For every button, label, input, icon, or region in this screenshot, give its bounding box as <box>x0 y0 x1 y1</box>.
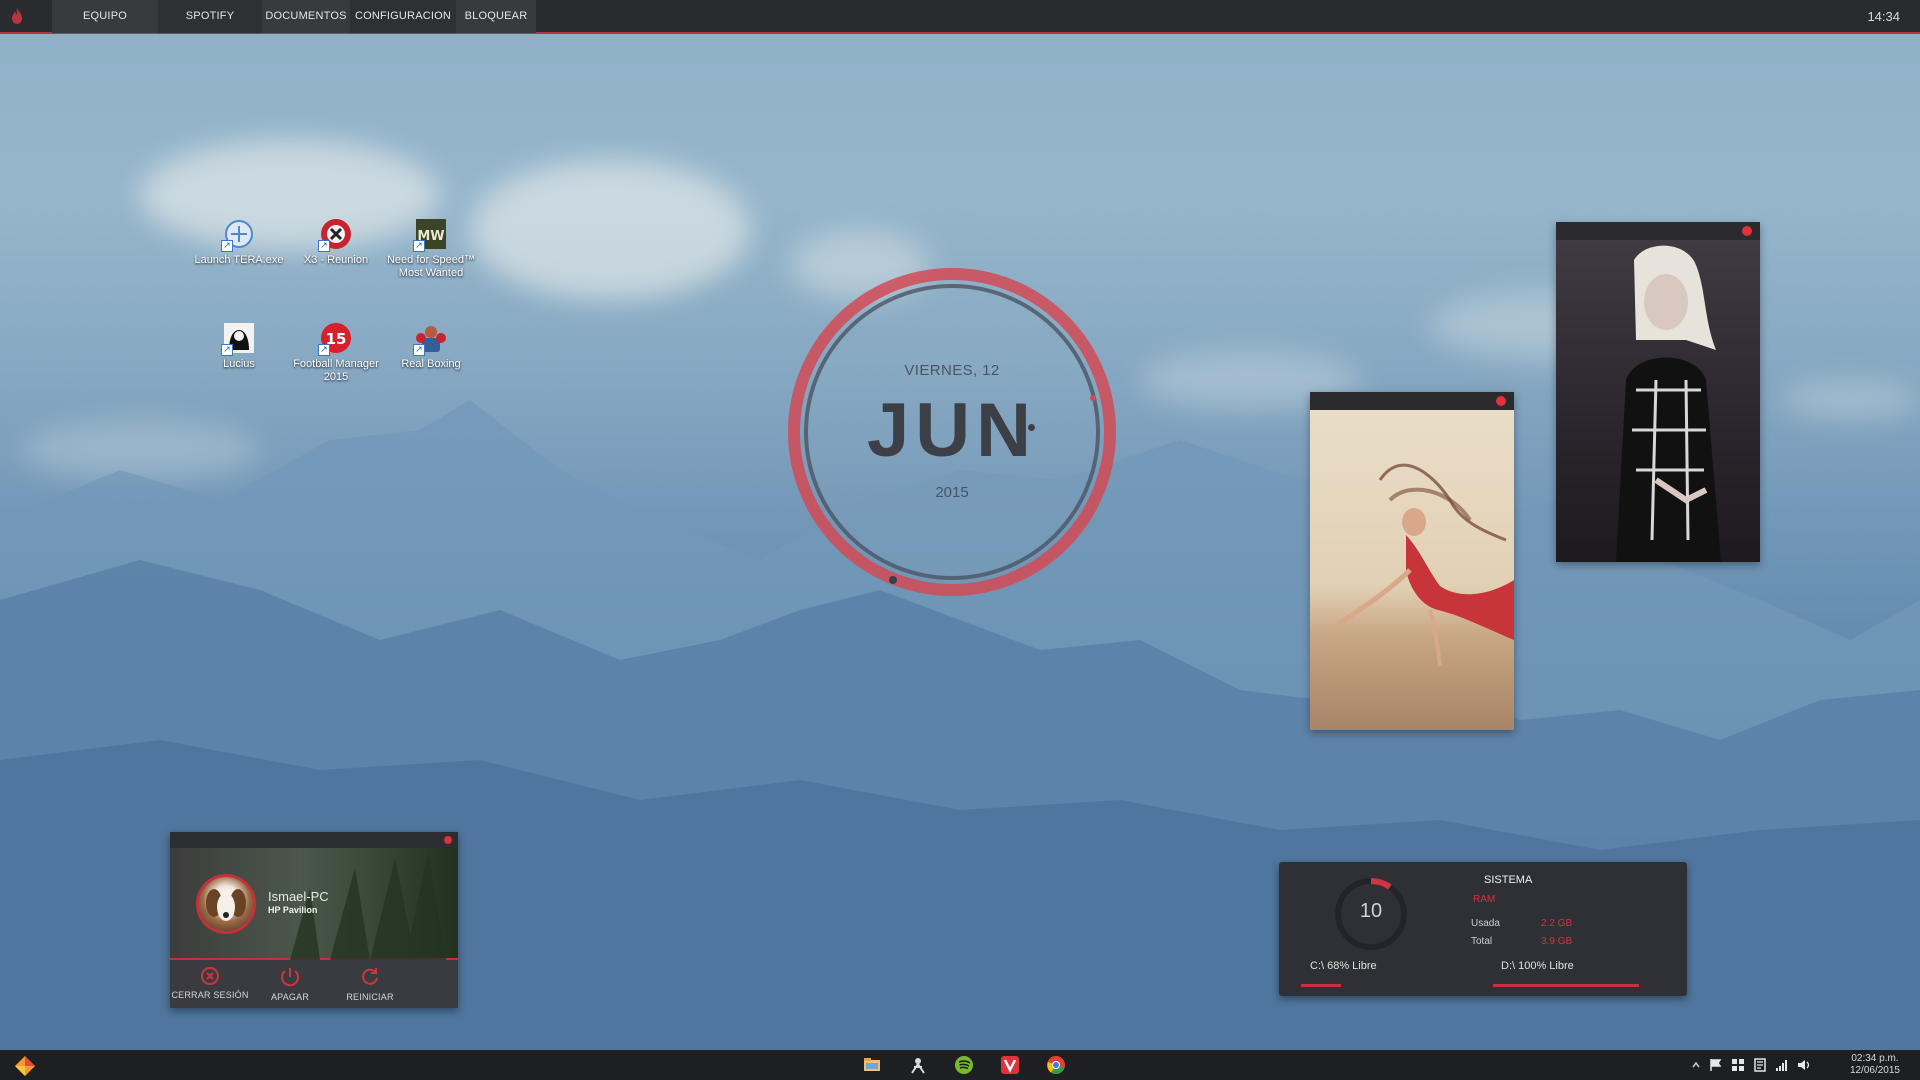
desktop-icon-real-boxing[interactable]: ↗ Real Boxing <box>383 320 479 371</box>
tray-flag[interactable] <box>1708 1057 1724 1073</box>
ram-used-row: Usada 2.2 GB <box>1471 918 1572 929</box>
spotify-icon <box>955 1056 973 1074</box>
desktop-icon-label: Need for Speed™ Most Wanted <box>386 254 476 279</box>
system-monitor-widget: 10 SISTEMA RAM Usada 2.2 GB Total 3.9 GB… <box>1279 862 1687 996</box>
windows-icon <box>1732 1059 1744 1071</box>
photo-widget-portrait[interactable] <box>1556 222 1760 562</box>
menu-bloquear[interactable]: BLOQUEAR <box>456 0 536 33</box>
real-boxing-icon: ↗ <box>413 320 449 356</box>
flame-logo-icon[interactable] <box>2 0 32 33</box>
desktop-icon-lucius[interactable]: ↗ Lucius <box>191 320 287 371</box>
drive-d-label: D:\ 100% Libre <box>1501 960 1574 972</box>
tray-chevron-up-icon[interactable] <box>1688 1057 1704 1073</box>
close-icon[interactable] <box>444 836 452 844</box>
photo-portrait-image <box>1556 240 1760 562</box>
taskbar-clock[interactable]: 02:34 p.m. 12/06/2015 <box>1850 1053 1900 1077</box>
tray-signal[interactable] <box>1774 1057 1790 1073</box>
top-clock: 14:34 <box>1867 8 1900 24</box>
chrome-icon <box>1047 1056 1065 1075</box>
desktop-icon-label: Real Boxing <box>401 358 461 370</box>
desktop-icon-label: X3 - Reunion <box>303 254 369 266</box>
user-name: Ismael-PC <box>268 889 329 904</box>
restart-label: REINICIAR <box>346 992 394 1002</box>
desktop-icon-label: Football Manager 2015 <box>293 358 379 383</box>
taskbar-date: 12/06/2015 <box>1849 1065 1900 1076</box>
restart-icon <box>362 968 378 985</box>
shutdown-button[interactable]: APAGAR <box>250 962 330 1008</box>
taskbar-time: 02:34 p.m. <box>1851 1053 1899 1064</box>
logout-icon <box>201 967 219 985</box>
close-icon[interactable] <box>1742 226 1752 236</box>
date-month: JUN <box>866 388 1038 473</box>
flag-icon <box>1710 1059 1722 1071</box>
tera-launcher-icon: ↗ <box>221 216 257 252</box>
menu-equipo[interactable]: EQUIPO <box>52 0 158 33</box>
date-ring-widget: VIERNES, 12 JUN 2015 <box>786 266 1118 598</box>
user-widget-titlebar[interactable] <box>170 832 458 848</box>
signal-icon <box>1776 1060 1787 1071</box>
ram-used-label: Usada <box>1471 918 1500 929</box>
game-app-icon <box>911 1058 925 1074</box>
device-name: HP Pavilion <box>268 905 318 915</box>
session-actions: CERRAR SESIÓN APAGAR REINICIAR <box>170 962 458 1008</box>
volume-icon <box>1798 1060 1810 1070</box>
ram-total-value: 3.9 GB <box>1541 936 1573 947</box>
file-explorer-icon <box>864 1058 880 1071</box>
tray-network-adapter[interactable] <box>1752 1057 1768 1073</box>
tray-windows[interactable] <box>1730 1057 1746 1073</box>
nfs-most-wanted-icon: MW ↗ <box>413 216 449 252</box>
system-title: SISTEMA <box>1484 874 1533 886</box>
top-menu: EQUIPO SPOTIFY DOCUMENTOS CONFIGURACION … <box>52 0 536 33</box>
photo-widget-dancer[interactable] <box>1310 392 1514 730</box>
ram-total-label: Total <box>1471 936 1493 947</box>
desktop-icon-tera[interactable]: ↗ Launch TERA.exe <box>191 216 287 267</box>
desktop-icon-football-manager[interactable]: 15 ↗ Football Manager 2015 <box>288 320 384 384</box>
taskbar: 02:34 p.m. 12/06/2015 <box>0 1050 1920 1080</box>
taskbar-spotify[interactable] <box>954 1055 974 1075</box>
avatar <box>196 874 256 934</box>
desktop-icon-nfs[interactable]: MW ↗ Need for Speed™ Most Wanted <box>383 216 479 280</box>
photo-widget-titlebar[interactable] <box>1310 392 1514 410</box>
photo-widget-titlebar[interactable] <box>1556 222 1760 240</box>
power-icon <box>281 968 299 987</box>
photo-dancer-image <box>1310 410 1514 730</box>
menu-configuracion[interactable]: CONFIGURACION <box>350 0 456 33</box>
ram-total-row: Total 3.9 GB <box>1471 936 1572 947</box>
close-icon[interactable] <box>1496 396 1506 406</box>
menu-spotify[interactable]: SPOTIFY <box>158 0 262 33</box>
taskbar-chrome[interactable] <box>1046 1055 1066 1075</box>
taskbar-file-explorer[interactable] <box>862 1055 882 1075</box>
menu-documentos[interactable]: DOCUMENTOS <box>262 0 350 33</box>
restart-button[interactable]: REINICIAR <box>330 962 410 1008</box>
taskbar-vivaldi[interactable] <box>1000 1055 1020 1075</box>
desktop-icon-label: Launch TERA.exe <box>194 254 284 266</box>
ram-label: RAM <box>1473 894 1496 905</box>
date-year: 2015 <box>935 484 969 501</box>
drive-c-bar <box>1301 984 1341 987</box>
desktop-icon-x3[interactable]: ↗ X3 - Reunion <box>288 216 384 267</box>
x3-reunion-icon: ↗ <box>318 216 354 252</box>
logout-label: CERRAR SESIÓN <box>171 990 249 1000</box>
football-manager-icon: 15 ↗ <box>318 320 354 356</box>
user-session-widget: Ismael-PC HP Pavilion CERRAR SESIÓN APAG… <box>170 832 458 1008</box>
vivaldi-icon <box>1001 1056 1019 1074</box>
lucius-icon: ↗ <box>221 320 257 356</box>
network-adapter-icon <box>1754 1058 1766 1072</box>
tray-volume[interactable] <box>1796 1057 1812 1073</box>
date-day: VIERNES, 12 <box>904 362 1000 379</box>
top-menu-bar: EQUIPO SPOTIFY DOCUMENTOS CONFIGURACION … <box>0 0 1920 34</box>
taskbar-game-app[interactable] <box>908 1055 928 1075</box>
month-dot <box>1028 424 1035 431</box>
start-button[interactable] <box>14 1055 36 1077</box>
logout-button[interactable]: CERRAR SESIÓN <box>170 962 250 1008</box>
shutdown-label: APAGAR <box>270 992 310 1002</box>
desktop-icon-label: Lucius <box>223 358 255 370</box>
start-logo-icon <box>15 1056 35 1076</box>
drive-c-label: C:\ 68% Libre <box>1310 960 1377 972</box>
drive-d-bar <box>1493 984 1639 987</box>
cpu-gauge-value: 10 <box>1359 900 1383 922</box>
user-banner: Ismael-PC HP Pavilion <box>170 848 458 960</box>
ram-used-value: 2.2 GB <box>1541 918 1573 929</box>
